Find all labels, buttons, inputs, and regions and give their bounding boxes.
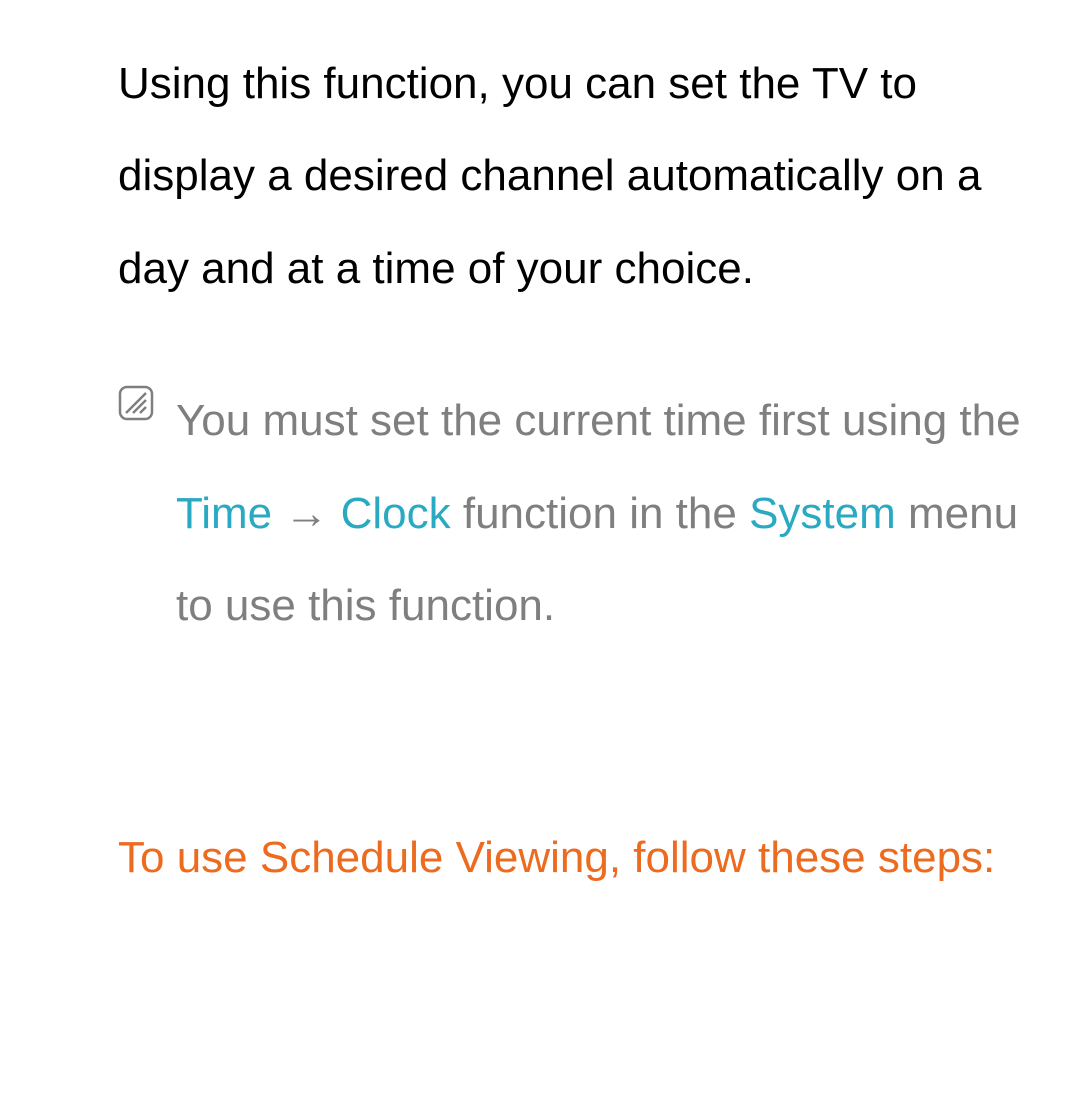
menu-path-arrow: → [272,489,340,538]
menu-path-time: Time [176,489,272,538]
note-segment-1: You must set the current time first usin… [176,396,1021,445]
menu-path-clock: Clock [341,489,451,538]
menu-path-system: System [749,489,896,538]
function-description-paragraph: Using this function, you can set the TV … [118,38,1062,315]
note-block: You must set the current time first usin… [118,375,1062,652]
note-segment-2: function in the [451,489,749,538]
note-icon [118,385,154,426]
note-text: You must set the current time first usin… [176,375,1056,652]
steps-heading: To use Schedule Viewing, follow these st… [118,812,1062,904]
